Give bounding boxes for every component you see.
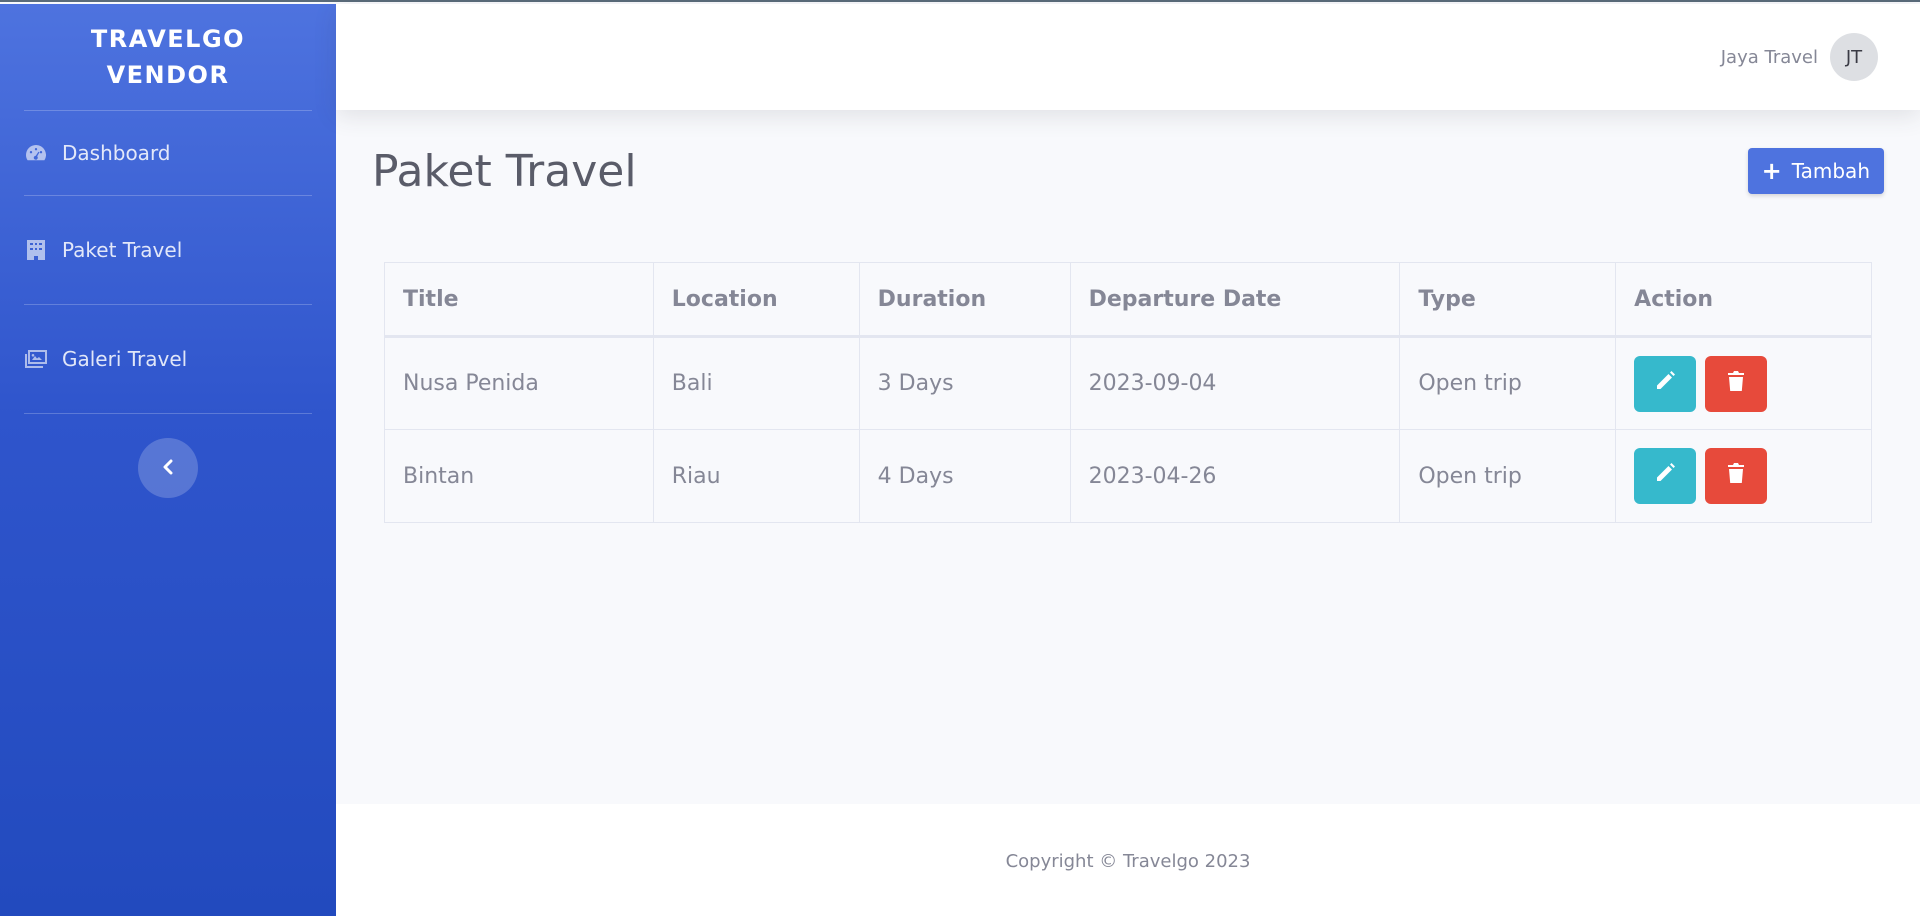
chevron-left-icon xyxy=(161,456,175,481)
add-button[interactable]: + Tambah xyxy=(1747,148,1884,194)
sidebar-item-label: Galeri Travel xyxy=(62,347,188,371)
sidebar-item-galeri-travel[interactable]: Galeri Travel xyxy=(0,305,336,413)
cell-type: Open trip xyxy=(1399,336,1617,430)
table-row: Bintan Riau 4 Days 2023-04-26 Open trip xyxy=(384,429,1872,523)
sidebar-item-paket-travel[interactable]: Paket Travel xyxy=(0,196,336,304)
column-header-action: Action xyxy=(1615,262,1872,338)
brand-line-2: VENDOR xyxy=(106,61,230,89)
sidebar-item-dashboard[interactable]: Dashboard xyxy=(0,111,336,195)
travel-package-table: Title Location Duration Departure Date T… xyxy=(384,262,1872,523)
sidebar: TRAVELGO VENDOR Dashboard Paket Travel G… xyxy=(0,4,336,916)
sidebar-item-label: Paket Travel xyxy=(62,238,183,262)
edit-button[interactable] xyxy=(1634,448,1697,504)
pencil-icon xyxy=(1654,462,1676,490)
cell-title: Nusa Penida xyxy=(384,336,654,430)
sidebar-divider xyxy=(24,413,312,414)
column-header-location: Location xyxy=(652,262,860,338)
trash-icon xyxy=(1727,370,1745,398)
table-header-row: Title Location Duration Departure Date T… xyxy=(384,262,1872,338)
brand-line-1: TRAVELGO xyxy=(90,25,246,53)
images-icon xyxy=(24,347,48,371)
cell-departure-date: 2023-04-26 xyxy=(1069,429,1401,523)
brand-logo[interactable]: TRAVELGO VENDOR xyxy=(0,4,336,110)
cell-action xyxy=(1615,336,1872,430)
cell-location: Riau xyxy=(652,429,860,523)
column-header-title: Title xyxy=(384,262,654,338)
main-content: Paket Travel + Tambah Title Location Dur… xyxy=(336,110,1920,804)
column-header-duration: Duration xyxy=(858,262,1071,338)
topbar: Jaya Travel JT xyxy=(336,4,1920,110)
page-title: Paket Travel xyxy=(372,146,637,197)
footer: Copyright © Travelgo 2023 xyxy=(336,804,1920,916)
cell-action xyxy=(1615,429,1872,523)
edit-button[interactable] xyxy=(1634,355,1697,412)
building-icon xyxy=(24,238,48,262)
trash-icon xyxy=(1727,462,1745,490)
cell-duration: 3 Days xyxy=(858,336,1071,430)
table-row: Nusa Penida Bali 3 Days 2023-09-04 Open … xyxy=(384,336,1872,430)
column-header-departure-date: Departure Date xyxy=(1069,262,1401,338)
cell-departure-date: 2023-09-04 xyxy=(1069,336,1401,430)
delete-button[interactable] xyxy=(1705,355,1768,412)
add-button-label: Tambah xyxy=(1791,159,1870,183)
avatar[interactable]: JT xyxy=(1830,33,1878,81)
user-name[interactable]: Jaya Travel xyxy=(1721,47,1818,68)
plus-icon: + xyxy=(1761,157,1782,185)
sidebar-toggle-button[interactable] xyxy=(138,438,198,498)
cell-type: Open trip xyxy=(1399,429,1617,523)
pencil-icon xyxy=(1654,370,1676,398)
cell-title: Bintan xyxy=(384,429,654,523)
tachometer-icon xyxy=(24,141,48,165)
cell-duration: 4 Days xyxy=(858,429,1071,523)
delete-button[interactable] xyxy=(1705,448,1768,504)
cell-location: Bali xyxy=(652,336,860,430)
column-header-type: Type xyxy=(1399,262,1617,338)
sidebar-item-label: Dashboard xyxy=(62,141,171,165)
copyright-text: Copyright © Travelgo 2023 xyxy=(1005,850,1251,872)
